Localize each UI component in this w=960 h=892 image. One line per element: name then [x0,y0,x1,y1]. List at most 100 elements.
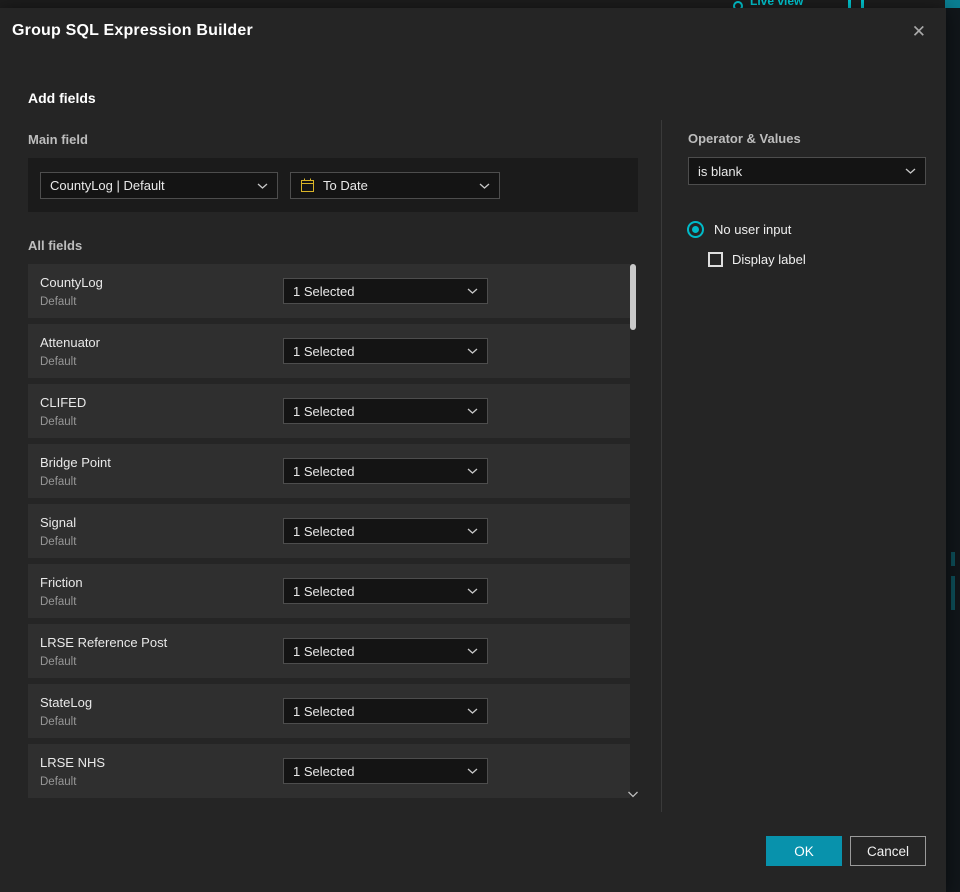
chevron-down-icon [467,648,478,654]
chevron-down-icon [467,348,478,354]
field-name: CLIFED [40,394,87,410]
chevron-down-icon [257,183,268,189]
no-user-input-radio[interactable]: No user input [687,221,791,238]
main-field-panel: CountyLog | Default To Date [28,158,638,212]
chevron-down-icon [467,588,478,594]
field-name: StateLog [40,694,93,710]
field-subtitle: Default [40,535,77,548]
dropdown-value: 1 Selected [293,283,355,299]
chevron-down-icon [479,183,490,189]
field-name: LRSE Reference Post [40,634,168,650]
field-selected-dropdown[interactable]: 1 Selected [283,278,488,304]
field-info: Signal Default [28,515,283,548]
date-field-select[interactable]: To Date [290,172,500,199]
chevron-down-icon [467,408,478,414]
field-selected-dropdown[interactable]: 1 Selected [283,638,488,664]
chevron-down-icon [467,768,478,774]
side-strip-mark [951,576,955,610]
chevron-down-icon [905,168,916,174]
dropdown-value: 1 Selected [293,703,355,719]
checkbox-label[interactable]: Display label [732,252,806,267]
field-subtitle: Default [40,415,77,428]
dropdown-value: 1 Selected [293,583,355,599]
field-name: Bridge Point [40,454,111,470]
field-name: Signal [40,514,77,530]
all-fields-list: CountyLog Default 1 Selected Attenuator … [28,264,638,804]
calendar-icon [300,178,315,193]
radio-selected-icon[interactable] [687,221,704,238]
field-selected-dropdown[interactable]: 1 Selected [283,578,488,604]
field-row: Bridge Point Default 1 Selected [28,444,630,498]
field-selected-dropdown[interactable]: 1 Selected [283,518,488,544]
toolbar-active-tool[interactable] [945,0,960,8]
all-fields-label: All fields [28,238,83,253]
field-row: CLIFED Default 1 Selected [28,384,630,438]
dropdown-value: 1 Selected [293,643,355,659]
cancel-button[interactable]: Cancel [850,836,926,866]
field-subtitle: Default [40,355,77,368]
field-selected-dropdown[interactable]: 1 Selected [283,758,488,784]
field-name: Friction [40,574,83,590]
main-field-label: Main field [28,132,88,147]
dropdown-value: is blank [698,163,743,179]
checkbox-unchecked-icon[interactable] [708,252,723,267]
radio-label[interactable]: No user input [714,222,791,237]
live-view-indicator-icon [733,1,743,8]
display-label-checkbox[interactable]: Display label [708,252,806,267]
field-name: LRSE NHS [40,754,106,770]
chevron-down-icon [467,288,478,294]
main-field-select[interactable]: CountyLog | Default [40,172,278,199]
toolbar-icon[interactable] [861,0,864,8]
live-view-toggle[interactable]: Live view [750,0,803,8]
scroll-down-icon[interactable] [627,791,639,798]
field-info: LRSE Reference Post Default [28,635,283,668]
field-info: CountyLog Default [28,275,283,308]
dialog-header: Group SQL Expression Builder ✕ [0,8,946,54]
field-info: StateLog Default [28,695,283,728]
operator-select[interactable]: is blank [688,157,926,185]
chevron-down-icon [467,528,478,534]
field-row: Friction Default 1 Selected [28,564,630,618]
operator-values-label: Operator & Values [688,131,801,146]
field-info: Bridge Point Default [28,455,283,488]
app-topbar: Live view [0,0,960,8]
dropdown-value: 1 Selected [293,343,355,359]
close-icon[interactable]: ✕ [908,19,930,44]
ok-button[interactable]: OK [766,836,842,866]
field-selected-dropdown[interactable]: 1 Selected [283,398,488,424]
dialog-title: Group SQL Expression Builder [12,22,253,39]
field-name: Attenuator [40,334,100,350]
field-subtitle: Default [40,475,77,488]
column-divider [661,120,662,812]
chevron-down-icon [467,708,478,714]
field-row: StateLog Default 1 Selected [28,684,630,738]
radio-dot [692,226,699,233]
field-row: LRSE Reference Post Default 1 Selected [28,624,630,678]
field-info: Attenuator Default [28,335,283,368]
dropdown-value: CountyLog | Default [50,178,165,193]
scrollbar-thumb[interactable] [630,264,636,330]
field-subtitle: Default [40,595,77,608]
field-row: LRSE NHS Default 1 Selected [28,744,630,798]
field-selected-dropdown[interactable]: 1 Selected [283,458,488,484]
field-selected-dropdown[interactable]: 1 Selected [283,698,488,724]
dropdown-value: To Date [323,178,368,193]
toolbar-icon[interactable] [848,0,851,8]
field-subtitle: Default [40,655,77,668]
field-subtitle: Default [40,295,77,308]
field-selected-dropdown[interactable]: 1 Selected [283,338,488,364]
add-fields-heading: Add fields [28,90,96,106]
chevron-down-icon [467,468,478,474]
field-row: Signal Default 1 Selected [28,504,630,558]
field-info: LRSE NHS Default [28,755,283,788]
dropdown-value: 1 Selected [293,763,355,779]
side-strip-mark [951,552,955,566]
fields-list-scrollbar[interactable] [627,264,639,798]
screen: Live view Group SQL Expression Builder ✕… [0,0,960,892]
field-subtitle: Default [40,775,77,788]
field-subtitle: Default [40,715,77,728]
dialog-footer: OK Cancel [766,836,926,866]
dropdown-value: 1 Selected [293,523,355,539]
field-name: CountyLog [40,274,103,290]
group-sql-expression-builder-dialog: Group SQL Expression Builder ✕ Add field… [0,8,946,892]
